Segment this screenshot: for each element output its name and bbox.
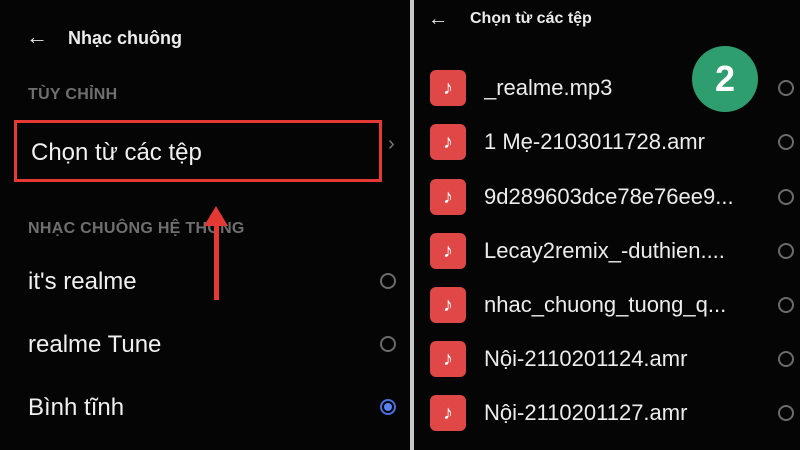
file-name: 9d289603dce78e76ee9... [484,184,734,209]
music-note-icon: ♪ [430,287,466,323]
ringtone-label: Bình tĩnh [28,394,125,421]
file-name: nhac_chuong_tuong_q... [484,292,727,317]
system-ringtone-item[interactable]: realme Tune [28,325,408,365]
file-item[interactable]: ♪ nhac_chuong_tuong_q... [430,287,800,329]
back-arrow-icon[interactable]: ← [26,26,48,48]
music-note-icon: ♪ [430,124,466,160]
section-header-custom: TÙY CHỈNH [28,86,118,103]
file-name: 1 Mẹ-2103011728.amr [484,129,705,154]
radio-button[interactable] [380,273,396,289]
file-item[interactable]: ♪ Lecay2remix_-duthien.... [430,233,800,275]
step-number-badge: 2 [692,46,758,112]
chevron-right-icon: › [388,133,395,155]
file-name: Nội-2110201124.amr [484,346,688,371]
ringtone-screen: ← Nhạc chuông TÙY CHỈNH Chọn từ các tệp … [0,0,410,450]
radio-button[interactable] [778,134,794,150]
radio-button-selected[interactable] [380,399,396,415]
radio-button[interactable] [778,243,794,259]
ringtone-label: realme Tune [28,331,162,358]
radio-button[interactable] [778,189,794,205]
page-title: Nhạc chuông [68,28,183,48]
file-item[interactable]: ♪ Nội-2110201127.amr [430,395,800,437]
system-ringtone-item[interactable]: Bình tĩnh [28,388,408,428]
file-item[interactable]: ♪ 1 Mẹ-2103011728.amr [430,124,800,166]
choose-from-files-label: Chọn từ các tệp [31,139,202,166]
radio-button[interactable] [380,336,396,352]
file-name: Nội-2110201127.amr [484,400,688,425]
music-note-icon: ♪ [430,233,466,269]
music-note-icon: ♪ [430,395,466,431]
radio-button[interactable] [778,405,794,421]
system-ringtone-item[interactable]: it's realme [28,262,408,302]
music-note-icon: ♪ [430,341,466,377]
page-title: Chọn từ các tệp [470,10,592,27]
music-note-icon: ♪ [430,70,466,106]
file-item[interactable]: ♪ 9d289603dce78e76ee9... [430,179,800,221]
radio-button[interactable] [778,80,794,96]
radio-button[interactable] [778,351,794,367]
music-note-icon: ♪ [430,179,466,215]
file-item[interactable]: ♪ Nội-2110201124.amr [430,341,800,383]
choose-from-files-item[interactable]: Chọn từ các tệp [14,120,382,182]
radio-button[interactable] [778,297,794,313]
file-name: Lecay2remix_-duthien.... [484,238,725,263]
back-arrow-icon[interactable]: ← [428,8,448,30]
ringtone-label: it's realme [28,268,137,295]
